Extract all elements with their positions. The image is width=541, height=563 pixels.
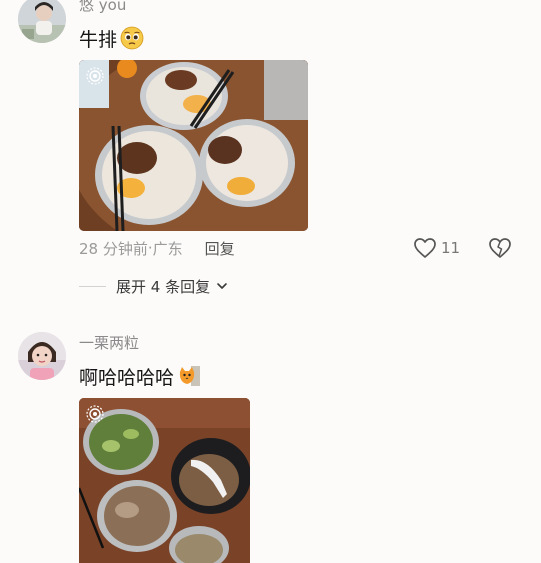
comment-time: 28 分钟前 (79, 239, 148, 258)
heart-outline-icon (414, 238, 436, 258)
comment-photo[interactable] (79, 398, 250, 563)
comment-username[interactable]: 悠 you (79, 0, 126, 14)
comment-meta: 28 分钟前 · 广东 回复 (79, 238, 235, 258)
dislike-button[interactable] (488, 237, 512, 259)
pleading-face-emoji-icon (120, 26, 144, 50)
cat-sticker-emoji-icon (177, 364, 201, 388)
avatar[interactable] (18, 0, 66, 43)
comment-text: 牛排 (79, 28, 118, 51)
like-button[interactable]: 11 (413, 237, 460, 259)
chevron-down-icon (217, 283, 227, 289)
expand-replies-button[interactable]: 展开 4 条回复 (79, 276, 228, 296)
broken-heart-icon (489, 238, 511, 258)
like-count: 11 (441, 239, 461, 257)
reply-button[interactable]: 回复 (205, 238, 235, 259)
comment-photo[interactable] (79, 60, 308, 231)
comment-text: 啊哈哈哈哈 (79, 366, 175, 389)
live-photo-icon (86, 405, 104, 423)
live-photo-icon (86, 67, 104, 85)
divider-line (79, 285, 106, 287)
comment-text-row: 牛排 (79, 24, 144, 52)
comment-location: 广东 (152, 239, 183, 258)
avatar[interactable] (18, 332, 66, 380)
comment-username[interactable]: 一栗两粒 (79, 334, 139, 352)
comment-text-row: 啊哈哈哈哈 (79, 362, 201, 390)
expand-replies-label: 展开 4 条回复 (116, 277, 211, 296)
